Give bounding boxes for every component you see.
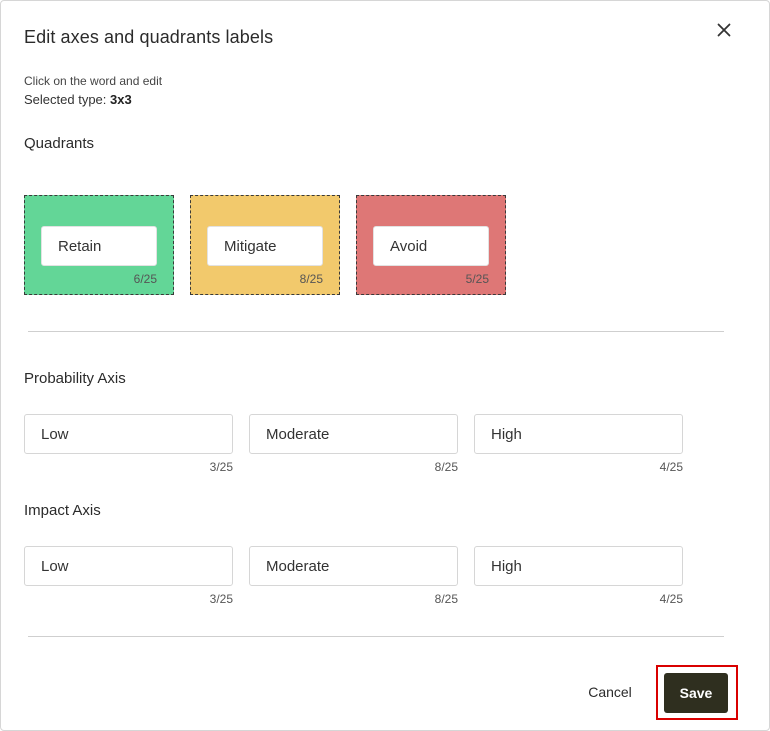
quadrant-card-mitigate: 8/25 xyxy=(190,195,340,295)
impact-input-high[interactable] xyxy=(474,546,683,586)
quadrant-count-retain: 6/25 xyxy=(133,272,157,286)
edit-hint: Click on the word and edit xyxy=(24,74,163,88)
quadrant-count-mitigate: 8/25 xyxy=(299,272,323,286)
impact-count-high: 4/25 xyxy=(659,592,683,606)
impact-count-low: 3/25 xyxy=(209,592,233,606)
selected-type: Selected type: 3x3 xyxy=(24,92,132,107)
close-button[interactable] xyxy=(713,19,735,41)
selected-type-label: Selected type: xyxy=(24,92,107,107)
impact-axis-heading: Impact Axis xyxy=(24,502,101,519)
quadrant-input-retain[interactable] xyxy=(41,226,157,266)
probability-input-moderate[interactable] xyxy=(249,414,458,454)
impact-count-moderate: 8/25 xyxy=(434,592,458,606)
close-icon xyxy=(717,23,731,37)
impact-input-low[interactable] xyxy=(24,546,233,586)
quadrant-input-mitigate[interactable] xyxy=(207,226,323,266)
probability-input-low[interactable] xyxy=(24,414,233,454)
selected-type-value: 3x3 xyxy=(110,92,132,107)
probability-input-high[interactable] xyxy=(474,414,683,454)
probability-count-low: 3/25 xyxy=(209,460,233,474)
probability-count-moderate: 8/25 xyxy=(434,460,458,474)
quadrants-heading: Quadrants xyxy=(24,135,95,152)
quadrant-input-avoid[interactable] xyxy=(373,226,489,266)
edit-labels-dialog: Edit axes and quadrants labels Click on … xyxy=(0,0,770,731)
footer-divider xyxy=(28,636,724,637)
quadrant-card-retain: 6/25 xyxy=(24,195,174,295)
probability-axis-heading: Probability Axis xyxy=(24,370,126,387)
dialog-title: Edit axes and quadrants labels xyxy=(24,27,274,47)
quadrant-count-avoid: 5/25 xyxy=(465,272,489,286)
save-button[interactable]: Save xyxy=(664,673,728,713)
section-divider xyxy=(28,331,724,332)
impact-input-moderate[interactable] xyxy=(249,546,458,586)
probability-count-high: 4/25 xyxy=(659,460,683,474)
quadrant-card-avoid: 5/25 xyxy=(356,195,506,295)
cancel-button[interactable]: Cancel xyxy=(575,676,645,708)
